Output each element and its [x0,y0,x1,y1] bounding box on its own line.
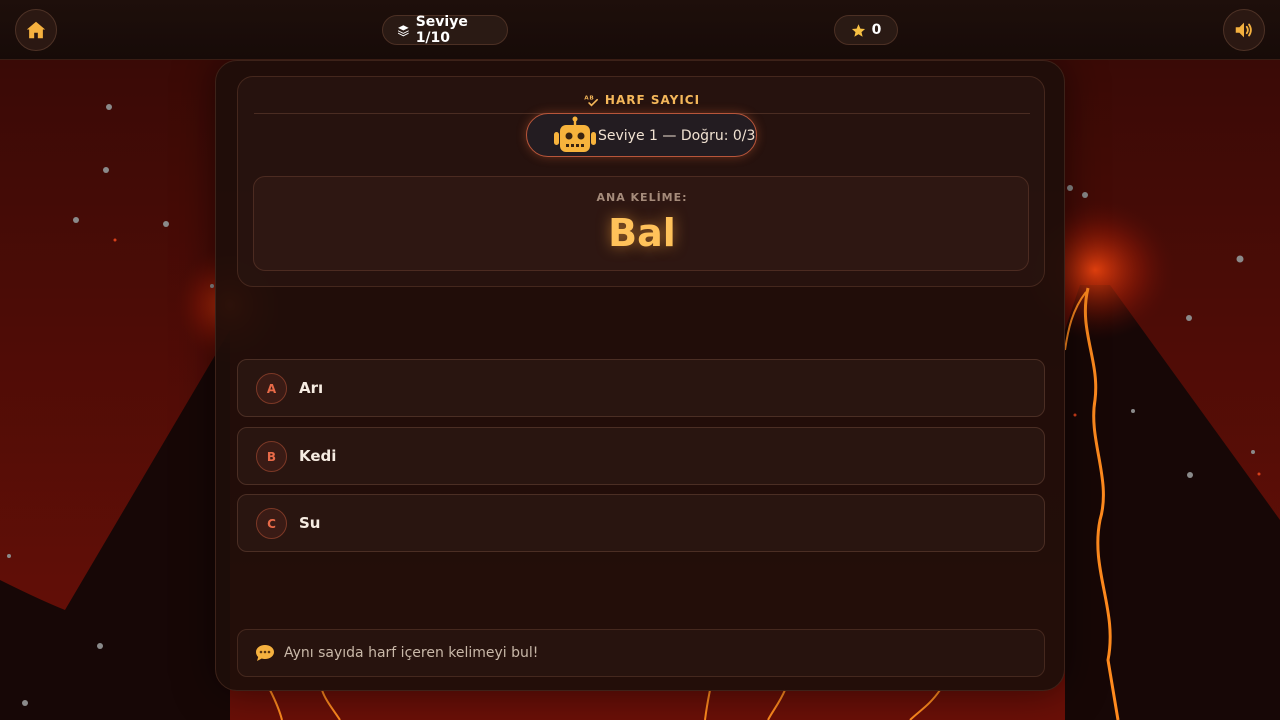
main-word-label: ANA KELİME: [596,191,688,204]
game-title-text: HARF SAYICI [604,93,701,107]
option-letter: C [256,508,287,539]
star-icon [851,23,865,37]
level-label: Seviye 1/10 [415,14,468,46]
speech-bubble-icon [256,645,274,661]
hint-bar: Aynı sayıda harf içeren kelimeyi bul! [237,629,1045,677]
score-indicator: 0 [834,15,898,45]
option-text: Su [299,514,321,532]
game-title: AB HARF SAYICI [238,93,1046,107]
letters-check-icon: AB [584,95,598,107]
option-text: Kedi [299,447,337,465]
level-status-text: Seviye 1 — Doğru: 0/3 [598,128,756,144]
option-b-button[interactable]: B Kedi [237,427,1045,485]
main-word: Bal [608,211,676,255]
level-indicator: Seviye 1/10 [382,14,508,46]
robot-icon [554,116,596,152]
score-value: 0 [871,22,882,38]
main-word-card: ANA KELİME: Bal [253,176,1029,271]
svg-text:AB: AB [584,95,594,101]
hint-text: Aynı sayıda harf içeren kelimeyi bul! [284,645,539,661]
sound-button[interactable] [1223,9,1265,51]
home-icon [26,21,46,39]
option-letter: A [256,373,287,404]
option-text: Arı [299,379,324,397]
level-status-badge: Seviye 1 — Doğru: 0/3 [526,113,757,157]
option-letter: B [256,441,287,472]
question-header: AB HARF SAYICI Seviye 1 — Doğru: 0/3 ANA… [237,76,1045,287]
layers-icon [398,24,409,36]
game-stage: Seviye 1/10 0 AB HARF SAYICI Seviye 1 — … [0,0,1280,720]
game-panel: AB HARF SAYICI Seviye 1 — Doğru: 0/3 ANA… [215,60,1065,691]
speaker-icon [1235,22,1252,38]
top-bar: Seviye 1/10 0 [0,0,1280,60]
home-button[interactable] [15,9,57,51]
option-c-button[interactable]: C Su [237,494,1045,552]
option-a-button[interactable]: A Arı [237,359,1045,417]
